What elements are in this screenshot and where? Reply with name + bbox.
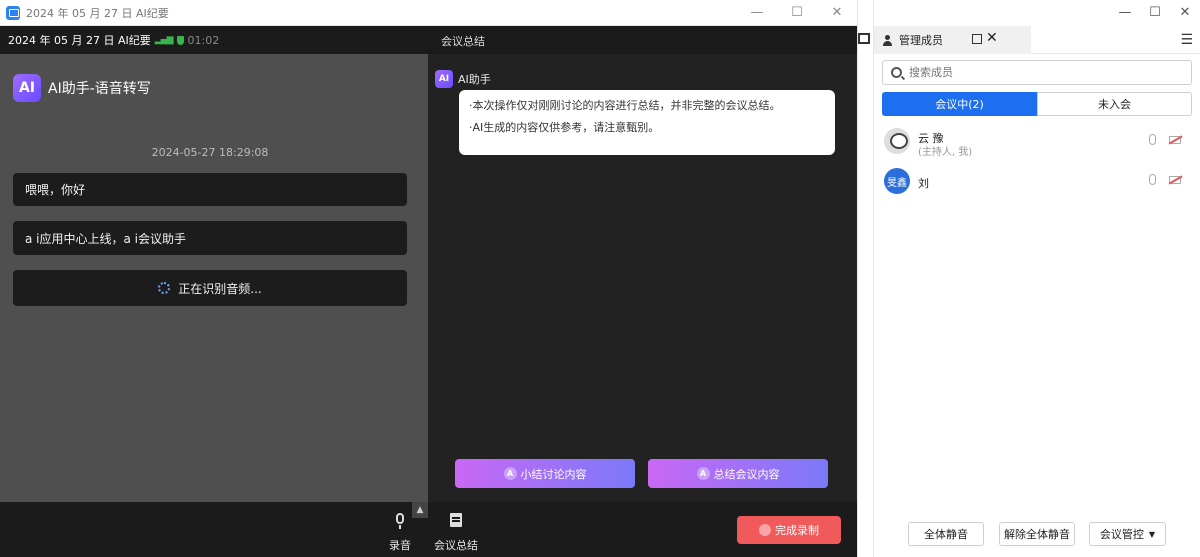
unmute-all-button[interactable]: 解除全体静音	[999, 522, 1075, 546]
record-label: 录音	[389, 539, 411, 552]
window-titlebar: 2024 年 05 月 27 日 AI纪要 — ☐ ✕	[0, 0, 857, 26]
tab-manage-members[interactable]: 管理成员 ✕	[874, 26, 1031, 54]
recognition-status: 正在识别音频...	[13, 270, 407, 306]
members-panel-header: 管理成员 ✕ ☰	[874, 26, 1200, 54]
summarize-meeting-button[interactable]: A 总结会议内容	[648, 459, 828, 488]
ai-mini-icon: A	[503, 467, 517, 480]
close-button[interactable]: ✕	[817, 0, 857, 26]
button-label: 小结讨论内容	[520, 467, 587, 481]
transcript-timestamp: 2024-05-27 18:29:08	[151, 146, 269, 159]
close-button[interactable]: ✕	[1170, 0, 1200, 26]
message-text: 喂喂，你好	[25, 183, 86, 197]
transcript-message: a i应用中心上线，a i会议助手	[13, 221, 407, 255]
ai-logo-icon: AI	[435, 70, 453, 88]
user-icon	[882, 34, 893, 46]
camera-off-icon[interactable]	[1169, 136, 1181, 144]
assistant-header: AI AI助手	[435, 70, 491, 88]
summary-label: 会议总结	[434, 539, 478, 552]
panel-divider	[857, 0, 873, 557]
button-label: 总结会议内容	[713, 467, 780, 481]
summarize-discussion-button[interactable]: A 小结讨论内容	[455, 459, 635, 488]
member-name: 刘	[918, 177, 929, 190]
meeting-control-button[interactable]: 会议管控 ▼	[1089, 522, 1166, 546]
maximize-button[interactable]: ☐	[1140, 0, 1170, 26]
app-logo-icon	[6, 5, 20, 20]
message-text: a i应用中心上线，a i会议助手	[25, 231, 187, 246]
status-text: 正在识别音频...	[178, 281, 262, 296]
member-search[interactable]	[882, 60, 1192, 85]
window-title: 2024 年 05 月 27 日 AI纪要	[26, 6, 169, 20]
avatar: 旻鑫	[884, 168, 910, 194]
shield-icon	[176, 35, 184, 45]
window-controls: — ☐ ✕	[737, 0, 857, 26]
transcription-title: AI助手-语音转写	[48, 81, 151, 97]
notice-line: ·AI生成的内容仅供参考，请注意甄别。	[469, 121, 660, 134]
avatar	[884, 128, 910, 154]
maximize-button[interactable]: ☐	[777, 0, 817, 26]
transcription-header: AI AI助手-语音转写	[13, 74, 151, 102]
tab-label: 管理成员	[899, 34, 943, 47]
document-icon	[447, 512, 465, 530]
search-input[interactable]	[909, 66, 1169, 79]
bottom-toolbar: ▲ 录音 会议总结 完成录制	[0, 502, 857, 557]
microphone-icon	[391, 512, 409, 530]
meeting-timer: 01:02	[187, 33, 220, 47]
menu-icon[interactable]: ☰	[1180, 32, 1193, 48]
dropdown-arrow-icon: ▼	[1148, 529, 1156, 539]
finish-recording-button[interactable]: 完成录制	[737, 516, 841, 544]
loading-spinner-icon	[158, 282, 171, 294]
members-panel: — ☐ ✕ 管理成员 ✕ ☰ 会议中(2) 未入会 云 豫 (主持人, 我) 旻…	[873, 0, 1200, 557]
summary-panel: AI AI助手 ·本次操作仅对刚刚讨论的内容进行总结，并非完整的会议总结。 ·A…	[428, 54, 856, 502]
mute-all-button[interactable]: 全体静音	[908, 522, 984, 546]
camera-off-icon[interactable]	[1169, 176, 1181, 184]
meeting-name: 2024 年 05 月 27 日 AI纪要	[8, 34, 151, 47]
assistant-name: AI助手	[458, 73, 491, 86]
chevron-up-icon[interactable]: ▲	[412, 502, 428, 518]
tab-not-joined[interactable]: 未入会	[1037, 92, 1192, 116]
notice-line: ·本次操作仅对刚刚讨论的内容进行总结，并非完整的会议总结。	[469, 99, 781, 112]
member-row[interactable]: 旻鑫 刘	[884, 168, 1189, 198]
member-row[interactable]: 云 豫 (主持人, 我)	[884, 128, 1189, 158]
meeting-window: 2024 年 05 月 27 日 AI纪要 — ☐ ✕ 2024 年 05 月 …	[0, 0, 857, 557]
search-icon	[891, 67, 902, 78]
tab-in-meeting[interactable]: 会议中(2)	[882, 92, 1037, 116]
record-icon	[759, 524, 771, 536]
finish-label: 完成录制	[775, 524, 819, 537]
minimize-button[interactable]: —	[737, 0, 777, 26]
record-button[interactable]: 录音	[389, 512, 411, 553]
transcript-message: 喂喂，你好	[13, 173, 407, 206]
meeting-info-bar: 2024 年 05 月 27 日 AI纪要 ▂▄▆ 01:02 会议总结	[0, 26, 857, 54]
popout-icon[interactable]	[972, 34, 982, 44]
panel-window-controls: — ☐ ✕	[1110, 0, 1200, 26]
meeting-control-label: 会议管控	[1099, 528, 1144, 541]
summary-panel-title: 会议总结	[441, 35, 485, 48]
member-role: (主持人, 我)	[918, 147, 973, 158]
microphone-icon[interactable]	[1149, 134, 1156, 145]
ai-logo-icon: AI	[13, 74, 41, 102]
signal-icon: ▂▄▆	[154, 35, 174, 45]
panel-toggle-icon[interactable]	[858, 33, 870, 44]
transcription-panel: AI AI助手-语音转写 2024-05-27 18:29:08 喂喂，你好 a…	[0, 54, 428, 502]
microphone-icon[interactable]	[1149, 174, 1156, 185]
close-icon[interactable]: ✕	[986, 30, 998, 46]
ai-mini-icon: A	[696, 467, 710, 480]
assistant-message-bubble: ·本次操作仅对刚刚讨论的内容进行总结，并非完整的会议总结。 ·AI生成的内容仅供…	[459, 90, 835, 155]
meeting-summary-button[interactable]: 会议总结	[434, 512, 478, 553]
minimize-button[interactable]: —	[1110, 0, 1140, 26]
